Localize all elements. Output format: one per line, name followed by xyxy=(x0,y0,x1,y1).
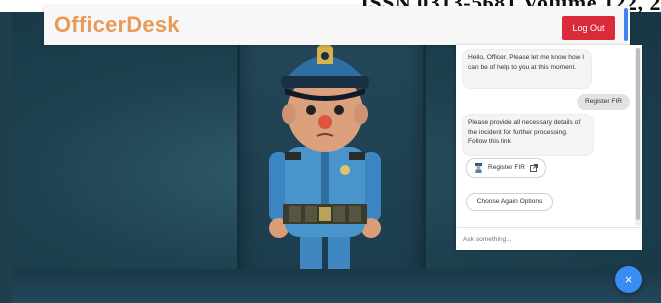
chat-scrollbar-thumb[interactable] xyxy=(636,48,640,220)
bot-message: Hello, Officer. Please let me know how I… xyxy=(463,50,591,88)
user-message: Register FIR xyxy=(577,94,630,110)
header-scroll-indicator xyxy=(624,8,628,41)
external-link-icon xyxy=(530,164,538,172)
police-officer-illustration xyxy=(269,40,381,284)
app-logo-text: OfficerDesk xyxy=(54,12,180,37)
close-icon: × xyxy=(624,272,633,287)
bot-message: Please provide all necessary details of … xyxy=(463,115,593,155)
officer-icon xyxy=(475,163,482,173)
app-header: OfficerDesk Log Out xyxy=(44,6,630,45)
floor-shading xyxy=(12,269,661,303)
register-fir-link-label: Register FIR xyxy=(488,164,526,171)
close-chat-fab[interactable]: × xyxy=(615,266,642,293)
register-fir-link-button[interactable]: Register FIR xyxy=(466,158,546,178)
logout-button[interactable]: Log Out xyxy=(562,16,615,40)
choose-again-options-button[interactable]: Choose Again Options xyxy=(466,193,553,211)
chat-message-input[interactable] xyxy=(457,227,640,250)
